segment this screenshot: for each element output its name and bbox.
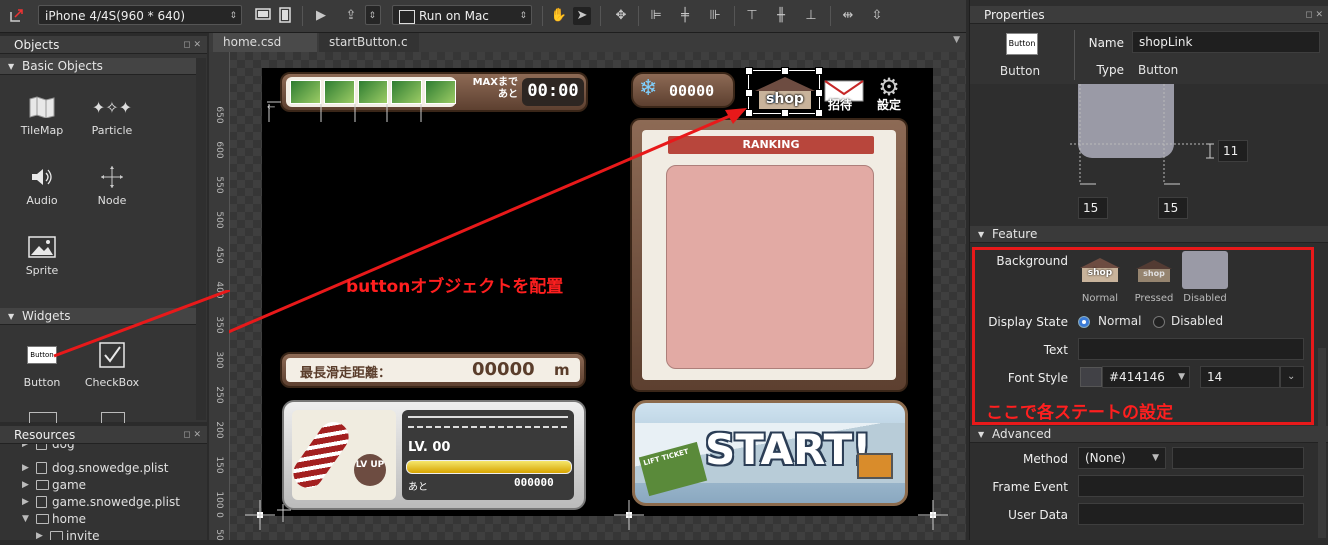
speaker-icon <box>2 160 82 194</box>
monitor-icon <box>399 9 415 24</box>
tab-home-csd[interactable]: home.csd <box>213 33 317 52</box>
user-data-field[interactable] <box>1078 503 1304 525</box>
method-value-field[interactable] <box>1172 447 1304 469</box>
object-tilemap[interactable]: TileMap <box>2 90 82 137</box>
map-icon <box>2 90 82 124</box>
method-select[interactable]: (None) ▼ <box>1078 447 1166 469</box>
font-color-swatch[interactable] <box>1080 367 1102 387</box>
feature-header[interactable]: ▼ Feature <box>970 226 1328 243</box>
frame-event-field[interactable] <box>1078 475 1304 497</box>
align-center-h-icon[interactable]: ╪ <box>676 7 694 25</box>
chevron-down-icon[interactable]: ▼ <box>953 35 960 45</box>
font-size-field[interactable]: 14 <box>1200 366 1280 388</box>
portrait-icon[interactable] <box>276 7 294 25</box>
annotation-state-settings: ここで各ステートの設定 <box>986 403 1173 423</box>
object-particle[interactable]: ✦✧✦ Particle <box>72 90 152 138</box>
distribute-v-icon[interactable]: ⇳ <box>868 7 886 25</box>
export-icon[interactable]: ⇪ <box>342 7 360 25</box>
more-widgets-partial <box>29 412 57 423</box>
tab-startbutton[interactable]: startButton.c ● <box>319 33 419 67</box>
bg-pressed-thumb[interactable]: shop <box>1134 258 1174 284</box>
distribute-h-icon[interactable]: ⇹ <box>839 7 857 25</box>
properties-header: Properties ◻ ✕ <box>970 6 1328 24</box>
annotation-place-button: buttonオブジェクトを配置 <box>346 277 564 297</box>
svg-text:←: ← <box>267 102 275 113</box>
margin-left2-field[interactable]: 15 <box>1158 197 1188 219</box>
name-field[interactable]: shopLink <box>1132 31 1320 53</box>
run-target-select[interactable]: Run on Mac ⇕ <box>392 5 532 25</box>
state-disabled-radio[interactable] <box>1153 316 1165 328</box>
state-normal-radio[interactable] <box>1078 316 1090 328</box>
chevron-updown-icon: ⇕ <box>229 11 237 21</box>
resources-panel-header: Resources ◻ ✕ <box>0 426 207 444</box>
panel-controls-icon[interactable]: ◻ ✕ <box>183 36 201 54</box>
toolbar: iPhone 4/4S(960 * 640) ⇕ ▶ ⇪ ⇕ Run on Mac… <box>0 0 966 33</box>
object-sprite[interactable]: Sprite <box>2 230 82 277</box>
panel-controls-icon[interactable]: ◻ ✕ <box>1305 6 1323 24</box>
text-field[interactable] <box>1078 338 1304 360</box>
more-widgets-partial-2 <box>101 412 125 423</box>
hand-tool-icon[interactable]: ✋ <box>550 7 568 25</box>
sparkle-icon: ✦✧✦ <box>91 97 133 117</box>
publish-icon[interactable] <box>8 7 26 25</box>
bg-disabled-thumb[interactable] <box>1182 251 1228 289</box>
font-color-field[interactable]: #414146 ▼ <box>1102 366 1190 388</box>
device-select[interactable]: iPhone 4/4S(960 * 640) ⇕ <box>38 5 242 25</box>
canvas-overlay: ← <box>229 101 948 530</box>
bg-normal-thumb[interactable]: shop <box>1078 256 1122 284</box>
select-tool-icon[interactable]: ➤ <box>573 7 591 25</box>
move-icon[interactable]: ✥ <box>612 7 630 25</box>
annotation-arrow <box>53 290 230 358</box>
basic-objects-header[interactable]: ▼ Basic Objects <box>0 58 196 75</box>
object-node[interactable]: Node <box>72 160 152 207</box>
margin-left-field[interactable]: 15 <box>1078 197 1108 219</box>
align-middle-v-icon[interactable]: ╫ <box>772 7 790 25</box>
export-options[interactable]: ⇕ <box>365 5 381 25</box>
object-audio[interactable]: Audio <box>2 160 82 207</box>
objects-scrollbar[interactable] <box>196 58 206 420</box>
align-top-icon[interactable]: ⊤ <box>743 7 761 25</box>
panel-controls-icon[interactable]: ◻ ✕ <box>183 426 201 444</box>
align-right-icon[interactable]: ⊪ <box>706 7 724 25</box>
margin-right-field[interactable]: 11 <box>1218 140 1248 162</box>
align-left-icon[interactable]: ⊫ <box>647 7 665 25</box>
play-icon[interactable]: ▶ <box>312 7 330 25</box>
resources-tree: ▶ dog ▶ dog.snowedge.plist ▶ game ▶ game.sno… <box>0 444 207 540</box>
objects-panel-header: Objects ◻ ✕ <box>0 36 207 54</box>
button-widget-icon: Button <box>1006 33 1038 55</box>
font-size-dropdown[interactable]: ⌄ <box>1280 366 1304 388</box>
advanced-header[interactable]: ▼ Advanced <box>970 426 1328 443</box>
align-bottom-icon[interactable]: ⊥ <box>802 7 820 25</box>
image-icon <box>2 230 82 264</box>
properties-scrollbar[interactable] <box>1318 348 1326 538</box>
landscape-icon[interactable] <box>254 7 272 25</box>
crosshair-icon <box>72 160 152 194</box>
properties-panel: Properties ◻ ✕ Button Button Name shopLin… <box>969 0 1328 540</box>
